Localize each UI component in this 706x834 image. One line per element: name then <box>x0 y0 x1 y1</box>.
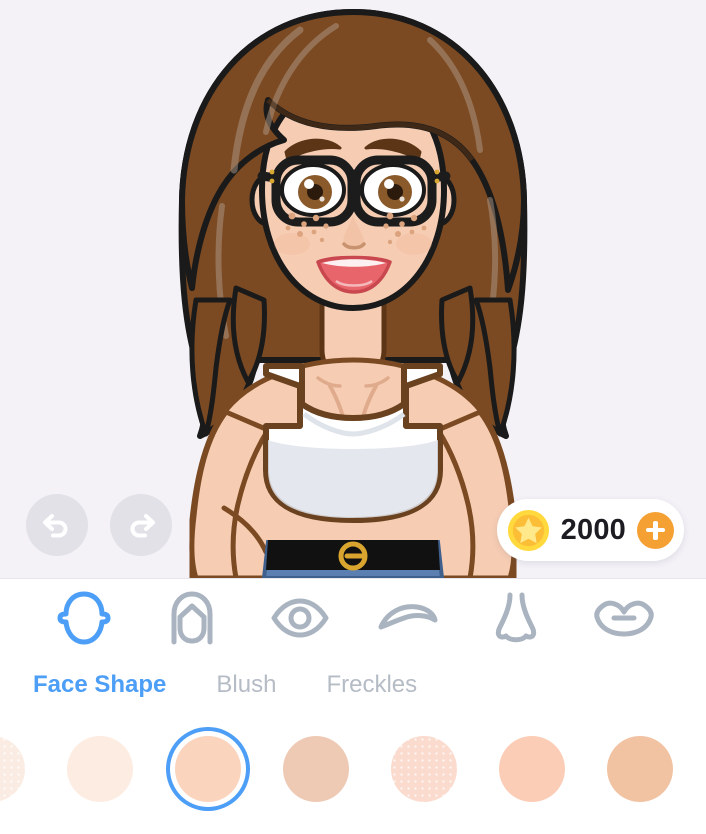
swatch-color <box>283 736 349 802</box>
eye-icon <box>271 598 329 638</box>
currency-badge[interactable]: 2000 <box>496 499 684 561</box>
swatch-skin-tone-2[interactable] <box>46 719 154 819</box>
lips-icon <box>594 600 654 637</box>
face-shape-icon <box>57 591 111 645</box>
tab-face-shape[interactable]: Face Shape <box>33 671 166 699</box>
nose-icon <box>495 592 537 643</box>
swatch-color <box>175 736 241 802</box>
avatar-editor-screen: 2000 Face Shape Blush Freckles <box>0 0 706 834</box>
tab-blush[interactable]: Blush <box>216 671 276 699</box>
swatch-color <box>67 736 133 802</box>
category-face-shape[interactable] <box>30 587 138 649</box>
undo-arrow-icon <box>43 514 68 538</box>
customization-panel: Face Shape Blush Freckles <box>0 578 706 834</box>
redo-button[interactable] <box>110 494 172 556</box>
history-controls <box>26 494 172 556</box>
category-nose[interactable] <box>462 587 570 649</box>
category-icon-strip[interactable] <box>0 579 706 657</box>
swatch-color <box>0 736 25 802</box>
swatch-skin-tone-7[interactable] <box>586 719 694 819</box>
avatar-canvas: 2000 <box>0 0 706 578</box>
avatar-preview[interactable] <box>0 0 706 578</box>
swatch-skin-tone-4[interactable] <box>262 719 370 819</box>
category-eyebrows[interactable] <box>354 587 462 649</box>
redo-arrow-icon <box>130 514 155 538</box>
category-glasses[interactable] <box>678 587 706 649</box>
skin-tone-swatch-row[interactable] <box>0 713 706 825</box>
undo-button[interactable] <box>26 494 88 556</box>
swatch-color <box>607 736 673 802</box>
add-coins-button[interactable] <box>637 511 674 549</box>
swatch-skin-tone-1[interactable] <box>0 719 46 819</box>
category-eyes[interactable] <box>246 587 354 649</box>
swatch-skin-tone-5[interactable] <box>370 719 478 819</box>
eyebrow-icon <box>378 604 438 630</box>
subcategory-tabs[interactable]: Face Shape Blush Freckles <box>0 657 706 713</box>
tab-freckles[interactable]: Freckles <box>326 671 417 699</box>
avatar-illustration <box>178 9 528 578</box>
swatch-skin-tone-6[interactable] <box>478 719 586 819</box>
swatch-skin-tone-3[interactable] <box>154 719 262 819</box>
category-lips[interactable] <box>570 587 678 649</box>
star-coin-icon <box>507 509 549 551</box>
coin-amount: 2000 <box>560 513 626 546</box>
category-hair[interactable] <box>138 587 246 649</box>
swatch-color <box>499 736 565 802</box>
hair-icon <box>171 591 213 645</box>
swatch-color <box>391 736 457 802</box>
